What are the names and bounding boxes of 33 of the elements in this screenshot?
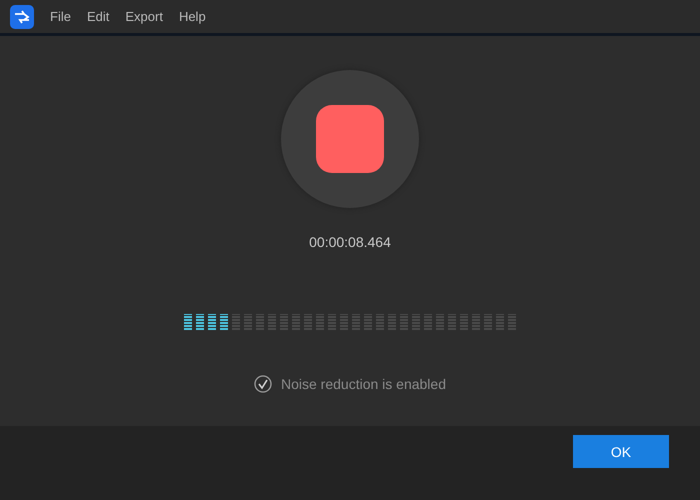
menu-item[interactable]: File bbox=[44, 9, 77, 24]
app-logo-icon bbox=[10, 4, 34, 28]
meter-segment bbox=[244, 314, 252, 330]
ok-button[interactable]: OK bbox=[573, 435, 669, 468]
stop-button[interactable] bbox=[316, 105, 384, 173]
meter-segment bbox=[496, 314, 504, 330]
menu-item[interactable]: Help bbox=[172, 9, 212, 24]
meter-segment bbox=[328, 314, 336, 330]
meter-segment bbox=[268, 314, 276, 330]
meter-segment bbox=[472, 314, 480, 330]
meter-segment bbox=[448, 314, 456, 330]
meter-segment bbox=[484, 314, 492, 330]
meter-segment bbox=[508, 314, 516, 330]
meter-segment bbox=[388, 314, 396, 330]
meter-segment bbox=[376, 314, 384, 330]
meter-segment bbox=[436, 314, 444, 330]
meter-segment bbox=[256, 314, 264, 330]
recording-time: 00:00:08.464 bbox=[309, 234, 391, 250]
menu-item[interactable]: Export bbox=[119, 9, 169, 24]
meter-segment bbox=[292, 314, 300, 330]
meter-segment bbox=[280, 314, 288, 330]
meter-segment bbox=[340, 314, 348, 330]
meter-segment bbox=[352, 314, 360, 330]
meter-segment bbox=[316, 314, 324, 330]
meter-segment bbox=[364, 314, 372, 330]
menu-item[interactable]: Edit bbox=[80, 9, 116, 24]
meter-segment bbox=[460, 314, 468, 330]
meter-segment bbox=[400, 314, 408, 330]
meter-segment bbox=[232, 314, 240, 330]
noise-reduction-label: Noise reduction is enabled bbox=[281, 376, 446, 392]
meter-segment bbox=[304, 314, 312, 330]
meter-segment bbox=[412, 314, 420, 330]
meter-segment bbox=[424, 314, 432, 330]
